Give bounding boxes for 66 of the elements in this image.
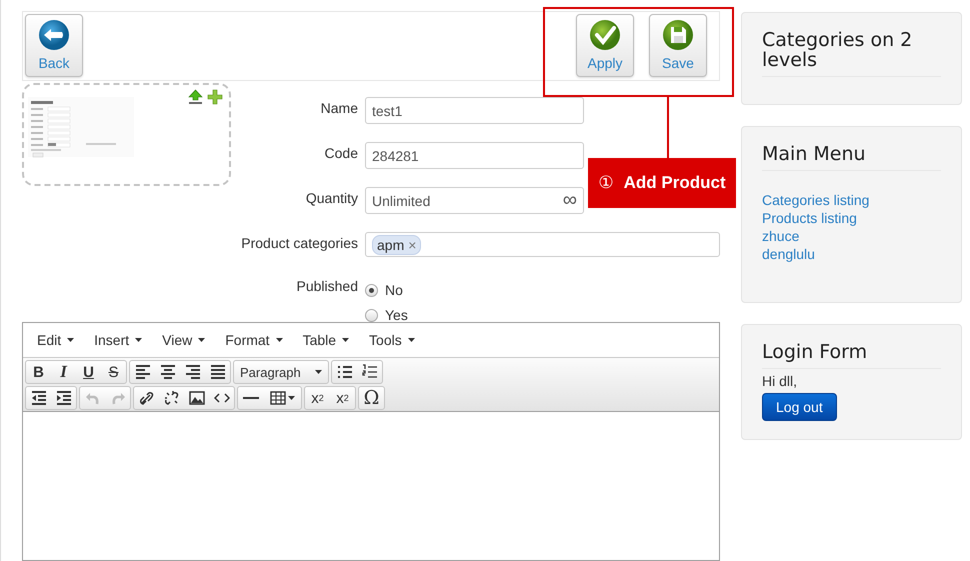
align-left-icon [134, 364, 150, 380]
field-label: Published [296, 277, 359, 294]
numbered-list-icon [362, 364, 378, 380]
caret-icon [276, 338, 283, 342]
field-label: Quantity [304, 189, 359, 206]
italic-button[interactable]: I [51, 361, 76, 384]
special-character-button[interactable]: Ω [359, 387, 384, 410]
plus-icon [207, 89, 223, 106]
superscript-button[interactable]: x$^{2}$ [330, 387, 355, 410]
underline-button[interactable]: U [76, 361, 101, 384]
menu-link[interactable]: Products listing [762, 209, 941, 227]
input-field[interactable]: 284281 [365, 142, 584, 170]
radio-button[interactable] [365, 284, 378, 297]
menu-link[interactable]: Categories listing [762, 191, 941, 209]
panel-title: Login Form [762, 342, 941, 369]
menu-link[interactable]: denglulu [762, 245, 941, 263]
bold-button[interactable]: B [26, 361, 51, 384]
menu-item[interactable]: Table [292, 328, 360, 352]
input-field[interactable]: test1 [365, 97, 584, 124]
menu-item[interactable]: Tools [359, 328, 425, 352]
align-right-icon [184, 364, 200, 380]
align-center-icon [160, 364, 176, 380]
unlink-icon [164, 390, 180, 406]
field-label: Name [320, 99, 359, 116]
caret-icon [342, 338, 350, 342]
horizontal-rule-icon [242, 397, 258, 400]
callout-text: Add Product [624, 173, 726, 193]
menu-link[interactable]: zhuce [762, 227, 941, 245]
tag-input-field[interactable]: apm × [365, 232, 720, 258]
menu-item[interactable]: Format [215, 328, 293, 352]
caret-icon [198, 338, 206, 342]
panel-title: Categories on 2 levels [762, 30, 941, 77]
table-icon [270, 390, 286, 406]
field-label: Code [324, 144, 359, 162]
infinity-toggle[interactable]: ∞ [562, 189, 577, 212]
menu-item[interactable]: View [152, 328, 216, 352]
radio-label: No [385, 282, 403, 298]
floppy-disk-icon [662, 19, 694, 51]
greeting-text: Hi dll, [762, 373, 798, 389]
caret-icon [288, 396, 294, 400]
step-number: ① [598, 173, 614, 193]
indent-icon [56, 390, 72, 406]
outdent-icon [30, 390, 46, 406]
align-justify-icon [210, 364, 226, 380]
image-icon [188, 390, 204, 406]
tag-label: apm [377, 236, 404, 253]
strikethrough-button[interactable]: S [101, 361, 126, 384]
caret-icon [135, 338, 142, 342]
caret-icon [67, 338, 74, 342]
logout-button[interactable]: Log out [762, 393, 837, 421]
radio-button[interactable] [365, 308, 378, 322]
upload-icon [188, 89, 203, 104]
radio-label: Yes [385, 307, 408, 324]
menu-item[interactable]: Edit [27, 328, 84, 352]
caret-icon [315, 370, 322, 374]
redo-icon [110, 390, 126, 406]
link-icon [138, 390, 154, 406]
caret-icon [408, 338, 415, 342]
format-dropdown[interactable]: Paragraph [234, 361, 328, 384]
check-icon [589, 19, 621, 51]
remove-tag-button[interactable]: × [408, 236, 416, 253]
panel-title: Main Menu [762, 144, 941, 171]
field-label: Product categories [240, 234, 359, 252]
quantity-field[interactable]: Unlimited ∞ [365, 187, 584, 214]
bullet-list-icon [336, 364, 352, 380]
menu-item[interactable]: Insert [84, 328, 152, 352]
